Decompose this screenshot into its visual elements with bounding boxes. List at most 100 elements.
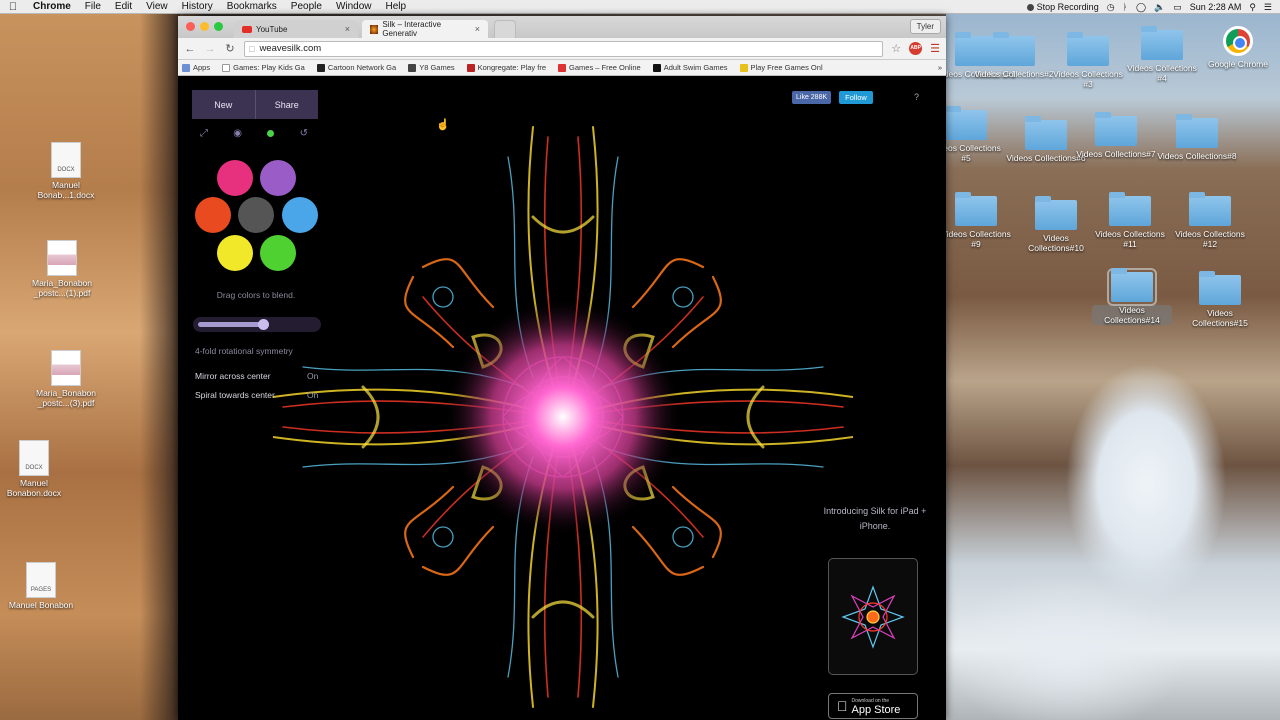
- mirror-value[interactable]: On: [307, 371, 318, 381]
- desktop-folder[interactable]: Videos Collections #12: [1170, 192, 1250, 249]
- silk-artwork[interactable]: [273, 117, 853, 717]
- spiral-value[interactable]: On: [307, 390, 318, 400]
- time-machine-icon[interactable]: ◷: [1107, 2, 1115, 13]
- menu-file[interactable]: File: [78, 1, 108, 12]
- folder-label: Videos Collections #12: [1175, 229, 1245, 249]
- kongregate-icon: [466, 63, 475, 72]
- fullscreen-icon[interactable]: ⤢: [200, 128, 208, 139]
- desktop-folder[interactable]: Videos Collections#6: [1006, 116, 1086, 163]
- menu-app[interactable]: Chrome: [26, 1, 78, 12]
- menu-history[interactable]: History: [175, 1, 220, 12]
- folder-label: Videos Collections #3: [1053, 69, 1123, 89]
- bookmark-item[interactable]: Play Free Games Onl: [739, 63, 823, 72]
- color-swatch-yellow[interactable]: [217, 235, 253, 271]
- address-bar[interactable]: □ weavesilk.com: [244, 40, 884, 57]
- share-button[interactable]: Share: [254, 90, 319, 119]
- bluetooth-icon[interactable]: ᛓ: [1123, 2, 1128, 12]
- spiral-option[interactable]: Spiral towards center On: [195, 390, 318, 400]
- tab-strip: YouTube × Silk – Interactive Generativ ×…: [178, 16, 946, 38]
- adblock-icon[interactable]: ABP: [909, 42, 923, 55]
- bookmark-item[interactable]: Adult Swim Games: [652, 63, 728, 72]
- twitter-follow-button[interactable]: Follow: [839, 91, 873, 104]
- ipad-preview-image[interactable]: [828, 558, 918, 675]
- desktop-file[interactable]: Maria_Bonabon _postc...(3).pdf: [26, 350, 106, 408]
- chrome-app[interactable]: Google Chrome: [1198, 26, 1278, 69]
- spotlight-icon[interactable]: ⚲: [1249, 2, 1256, 13]
- desktop-folder[interactable]: Videos Collections#7: [1076, 112, 1156, 159]
- new-tab-button[interactable]: [494, 20, 516, 38]
- stop-recording[interactable]: Stop Recording: [1026, 2, 1099, 12]
- desktop-folder-selected[interactable]: Videos Collections#14: [1092, 268, 1172, 325]
- desktop-file[interactable]: PAGES Manuel Bonabon: [1, 562, 81, 610]
- profile-button[interactable]: Tyler: [909, 19, 941, 34]
- zoom-window-icon[interactable]: [214, 22, 223, 31]
- undo-icon[interactable]: ↺: [300, 128, 308, 139]
- facebook-like-button[interactable]: Like 288K: [792, 91, 832, 104]
- new-button[interactable]: New: [192, 90, 255, 119]
- close-window-icon[interactable]: [186, 22, 195, 31]
- close-tab-icon[interactable]: ×: [345, 24, 350, 34]
- folder-label: Videos Collections#8: [1157, 151, 1237, 161]
- camera-icon[interactable]: ◉: [233, 128, 242, 139]
- current-color-icon[interactable]: [267, 130, 275, 137]
- chrome-menu-icon[interactable]: ☰: [930, 42, 940, 55]
- apple-icon[interactable]: : [0, 1, 26, 13]
- volume-icon[interactable]: 🔈: [1154, 2, 1165, 13]
- close-tab-icon[interactable]: ×: [475, 24, 480, 34]
- back-icon[interactable]: ←: [184, 43, 196, 55]
- battery-icon[interactable]: ▭: [1173, 2, 1182, 13]
- bookmark-item[interactable]: Kongregate: Play fre: [466, 63, 546, 72]
- bookmark-item[interactable]: Cartoon Network Ga: [316, 63, 396, 72]
- forward-icon[interactable]: →: [204, 43, 216, 55]
- tab-youtube[interactable]: YouTube ×: [234, 20, 358, 38]
- notifications-icon[interactable]: ☰: [1264, 2, 1272, 13]
- color-swatch-orange[interactable]: [195, 197, 231, 233]
- url-text: weavesilk.com: [259, 43, 322, 54]
- more-bookmarks-icon[interactable]: »: [938, 63, 942, 72]
- color-swatch-gray[interactable]: [238, 197, 274, 233]
- bookmark-item[interactable]: Games – Free Online: [558, 63, 641, 72]
- bookmark-item[interactable]: Y8 Games: [408, 63, 455, 72]
- desktop-folder[interactable]: Videos Collections #3: [1048, 32, 1128, 89]
- desktop-folder[interactable]: Videos Collections #11: [1090, 192, 1170, 249]
- reload-icon[interactable]: ↻: [224, 42, 236, 55]
- menu-bookmarks[interactable]: Bookmarks: [220, 1, 284, 12]
- desktop-file[interactable]: DOCX Manuel Bonab...1.docx: [26, 142, 106, 200]
- folder-label: Videos Collections#15: [1192, 308, 1248, 328]
- bookmark-label: Apps: [193, 63, 211, 72]
- wifi-icon[interactable]: ◯: [1136, 2, 1146, 13]
- spiral-label: Spiral towards center: [195, 390, 275, 400]
- color-swatch-blue[interactable]: [282, 197, 318, 233]
- color-swatch-purple[interactable]: [260, 160, 296, 196]
- desktop-folder[interactable]: Videos Collections #9: [936, 192, 1016, 249]
- bookmark-item[interactable]: Games: Play Kids Ga: [222, 63, 305, 72]
- menu-view[interactable]: View: [139, 1, 175, 12]
- clock[interactable]: Sun 2:28 AM: [1190, 2, 1242, 12]
- color-swatch-pink[interactable]: [217, 160, 253, 196]
- symmetry-slider[interactable]: [193, 317, 321, 332]
- app-store-button[interactable]:  Download on the App Store: [828, 693, 918, 719]
- bookmark-apps[interactable]: Apps: [182, 63, 210, 72]
- mirror-label: Mirror across center: [195, 371, 271, 381]
- desktop-folder[interactable]: Videos Collections#10: [1016, 196, 1096, 253]
- desktop-folder[interactable]: Videos Collections#2: [974, 32, 1054, 79]
- slider-knob[interactable]: [258, 319, 269, 330]
- desktop-folder[interactable]: Videos Collections #4: [1122, 26, 1202, 83]
- status-area: Stop Recording ◷ ᛓ ◯ 🔈 ▭ Sun 2:28 AM ⚲ ☰: [1026, 0, 1272, 14]
- desktop-folder[interactable]: Videos Collections#8: [1157, 114, 1237, 161]
- tab-silk[interactable]: Silk – Interactive Generativ ×: [362, 20, 488, 38]
- desktop-file[interactable]: Maria_Bonabon _postc...(1).pdf: [22, 240, 102, 298]
- menu-help[interactable]: Help: [379, 1, 414, 12]
- pages-file-icon: PAGES: [26, 562, 56, 598]
- menu-people[interactable]: People: [284, 1, 329, 12]
- desktop-folder[interactable]: Videos Collections#15: [1180, 271, 1260, 328]
- menu-window[interactable]: Window: [329, 1, 379, 12]
- desktop-file[interactable]: DOCX Manuel Bonabon.docx: [0, 440, 74, 498]
- mirror-option[interactable]: Mirror across center On: [195, 371, 318, 381]
- bookmark-star-icon[interactable]: ☆: [891, 42, 901, 55]
- folder-icon: [1141, 26, 1183, 60]
- minimize-window-icon[interactable]: [200, 22, 209, 31]
- menu-edit[interactable]: Edit: [108, 1, 139, 12]
- help-button[interactable]: ?: [914, 92, 919, 102]
- color-swatch-green[interactable]: [260, 235, 296, 271]
